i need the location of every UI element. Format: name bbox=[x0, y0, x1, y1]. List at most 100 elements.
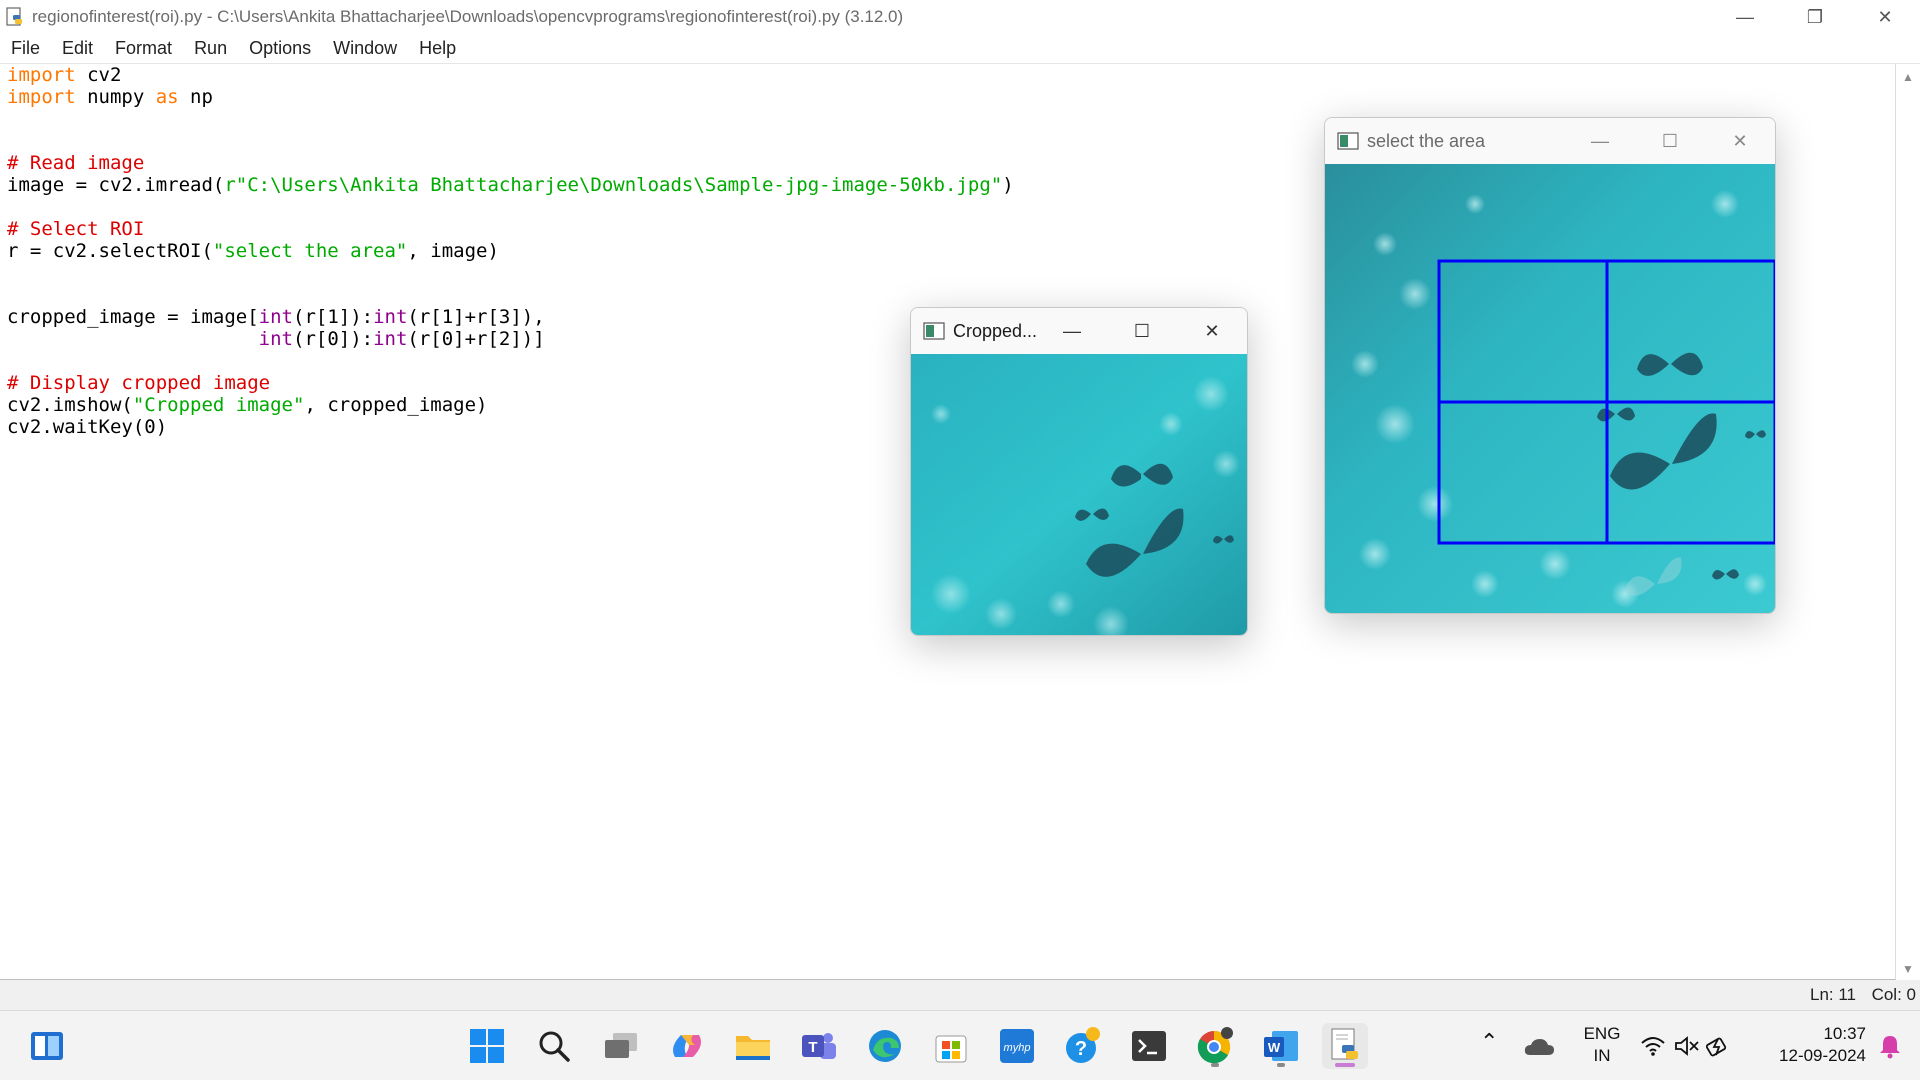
code-line[interactable]: int(r[0]):int(r[0]+r[2])] bbox=[7, 328, 1014, 350]
code-line[interactable]: # Read image bbox=[7, 152, 1014, 174]
code-token: numpy bbox=[75, 86, 156, 108]
taskbar: T myhp ? W ⌃ ENG IN 10:37 12-09-2024 bbox=[0, 1010, 1920, 1080]
help-icon[interactable]: ? bbox=[1060, 1023, 1106, 1069]
code-token: (r[0]+r[2])] bbox=[407, 328, 545, 350]
restore-button[interactable]: ❐ bbox=[1780, 0, 1850, 34]
idle-python-icon[interactable] bbox=[1322, 1023, 1368, 1069]
svg-text:?: ? bbox=[1075, 1038, 1087, 1060]
code-token: (r[0]): bbox=[293, 328, 374, 350]
scroll-down-icon[interactable]: ▼ bbox=[1902, 962, 1914, 976]
select-minimize-button[interactable]: — bbox=[1565, 118, 1635, 164]
wifi-icon[interactable] bbox=[1640, 1035, 1666, 1057]
window-controls: — ❐ ✕ bbox=[1710, 0, 1920, 34]
onedrive-icon[interactable] bbox=[1524, 1037, 1554, 1057]
idle-active-indicator bbox=[1335, 1063, 1355, 1067]
code-token: image = cv2.imread( bbox=[7, 174, 225, 196]
code-token: "Cropped image" bbox=[132, 394, 305, 416]
code-line[interactable]: cv2.imshow("Cropped image", cropped_imag… bbox=[7, 394, 1014, 416]
search-icon[interactable] bbox=[531, 1023, 577, 1069]
butterfly-image bbox=[1325, 164, 1775, 613]
language-indicator[interactable]: ENG IN bbox=[1580, 1023, 1624, 1067]
battery-charging-icon[interactable] bbox=[1706, 1035, 1732, 1057]
code-line[interactable] bbox=[7, 350, 1014, 372]
start-icon[interactable] bbox=[464, 1023, 510, 1069]
notification-bell-icon[interactable] bbox=[1878, 1033, 1902, 1059]
file-explorer-icon[interactable] bbox=[730, 1023, 776, 1069]
code-token: int bbox=[373, 306, 408, 328]
code-token: cv2.imshow( bbox=[7, 394, 133, 416]
clock[interactable]: 10:37 12-09-2024 bbox=[1756, 1023, 1866, 1067]
line-number: Ln: 11 bbox=[1809, 985, 1856, 1004]
code-text[interactable]: import cv2 import numpy as np # Read imag… bbox=[7, 64, 1014, 438]
code-line[interactable] bbox=[7, 262, 1014, 284]
window-title: regionofinterest(roi).py - C:\Users\Anki… bbox=[32, 7, 904, 26]
terminal-icon[interactable] bbox=[1126, 1023, 1172, 1069]
code-line[interactable]: cropped_image = image[int(r[1]):int(r[1]… bbox=[7, 306, 1014, 328]
cropped-image-window[interactable]: Cropped... — ☐ ✕ bbox=[910, 307, 1248, 636]
system-tray: ⌃ ENG IN 10:37 12-09-2024 bbox=[1480, 1011, 1920, 1080]
teams-icon[interactable]: T bbox=[796, 1023, 842, 1069]
menu-format[interactable]: Format bbox=[104, 38, 183, 59]
select-close-button[interactable]: ✕ bbox=[1705, 118, 1775, 164]
widgets-icon[interactable] bbox=[24, 1023, 70, 1069]
speaker-muted-icon[interactable] bbox=[1674, 1035, 1700, 1057]
svg-text:T: T bbox=[808, 1039, 817, 1056]
cropped-window-title: Cropped... bbox=[953, 320, 1038, 341]
code-line[interactable]: import numpy as np bbox=[7, 86, 1014, 108]
code-line[interactable]: r = cv2.selectROI("select the area", ima… bbox=[7, 240, 1014, 262]
vertical-scrollbar[interactable]: ▲ ▼ bbox=[1896, 64, 1920, 980]
word-running-indicator bbox=[1277, 1063, 1285, 1067]
cropped-window-titlebar[interactable]: Cropped... — ☐ ✕ bbox=[911, 308, 1247, 354]
select-window-titlebar[interactable]: select the area — ☐ ✕ bbox=[1325, 118, 1775, 164]
myhp-icon[interactable]: myhp bbox=[994, 1023, 1040, 1069]
select-area-window[interactable]: select the area — ☐ ✕ bbox=[1324, 117, 1776, 614]
code-line[interactable]: # Select ROI bbox=[7, 218, 1014, 240]
word-icon[interactable]: W bbox=[1258, 1023, 1304, 1069]
menu-options[interactable]: Options bbox=[238, 38, 322, 59]
code-line[interactable] bbox=[7, 284, 1014, 306]
cropped-maximize-button[interactable]: ☐ bbox=[1107, 308, 1177, 354]
cropped-close-button[interactable]: ✕ bbox=[1177, 308, 1247, 354]
code-token: , image) bbox=[407, 240, 499, 262]
code-token: "select the area" bbox=[212, 240, 408, 262]
opencv-window-icon bbox=[923, 322, 945, 340]
roi-selection-image[interactable] bbox=[1325, 164, 1775, 613]
code-line[interactable]: import cv2 bbox=[7, 64, 1014, 86]
code-line[interactable]: image = cv2.imread(r"C:\Users\Ankita Bha… bbox=[7, 174, 1014, 196]
cropped-image bbox=[911, 354, 1247, 635]
code-line[interactable] bbox=[7, 108, 1014, 130]
select-maximize-button[interactable]: ☐ bbox=[1635, 118, 1705, 164]
task-view-icon[interactable] bbox=[598, 1023, 644, 1069]
menu-edit[interactable]: Edit bbox=[51, 38, 104, 59]
edge-icon[interactable] bbox=[862, 1023, 908, 1069]
menu-file[interactable]: File bbox=[0, 38, 51, 59]
code-token: # Display cropped image bbox=[7, 372, 271, 394]
code-line[interactable]: # Display cropped image bbox=[7, 372, 1014, 394]
menu-window[interactable]: Window bbox=[322, 38, 408, 59]
close-button[interactable]: ✕ bbox=[1850, 0, 1920, 34]
minimize-button[interactable]: — bbox=[1710, 0, 1780, 34]
menu-help[interactable]: Help bbox=[408, 38, 467, 59]
chrome-icon[interactable] bbox=[1192, 1023, 1238, 1069]
code-token: int bbox=[258, 306, 293, 328]
scroll-up-icon[interactable]: ▲ bbox=[1902, 70, 1914, 84]
menu-run[interactable]: Run bbox=[183, 38, 238, 59]
code-line[interactable]: cv2.waitKey(0) bbox=[7, 416, 1014, 438]
code-token: import bbox=[7, 64, 76, 86]
butterfly-image bbox=[911, 354, 1247, 635]
store-icon[interactable] bbox=[928, 1023, 974, 1069]
chevron-up-icon[interactable]: ⌃ bbox=[1480, 1029, 1498, 1055]
code-token: int bbox=[373, 328, 408, 350]
code-token: # Read image bbox=[7, 152, 145, 174]
copilot-icon[interactable] bbox=[664, 1023, 710, 1069]
idle-editor-screen: regionofinterest(roi).py - C:\Users\Anki… bbox=[0, 0, 1920, 1080]
opencv-window-icon bbox=[1337, 132, 1359, 150]
code-token: cropped_image = image[ bbox=[7, 306, 259, 328]
code-line[interactable] bbox=[7, 196, 1014, 218]
code-token: as bbox=[155, 86, 179, 108]
window-titlebar: regionofinterest(roi).py - C:\Users\Anki… bbox=[0, 0, 1920, 34]
svg-text:W: W bbox=[1268, 1040, 1281, 1055]
cropped-minimize-button[interactable]: — bbox=[1037, 308, 1107, 354]
code-line[interactable] bbox=[7, 130, 1014, 152]
